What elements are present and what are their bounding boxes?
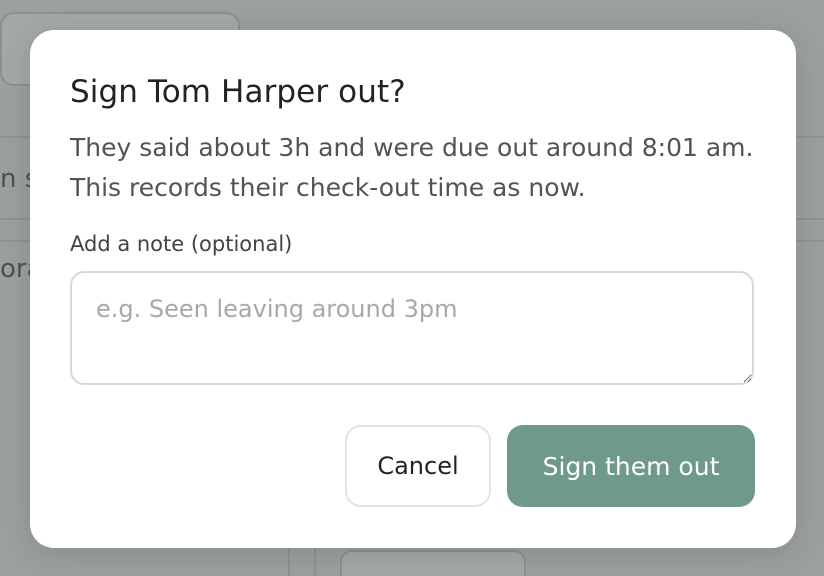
sign-them-out-button[interactable]: Sign them out [507,425,755,507]
background-divider [314,545,316,576]
dialog-title: Sign Tom Harper out? [70,74,406,110]
background-divider [288,545,290,576]
note-label: Add a note (optional) [70,232,293,256]
dialog-description: They said about 3h and were due out arou… [70,133,754,202]
sign-out-dialog: Sign Tom Harper out? They said about 3h … [30,30,796,548]
note-input[interactable] [70,271,754,385]
cancel-button[interactable]: Cancel [345,425,491,507]
background-button [340,550,526,576]
